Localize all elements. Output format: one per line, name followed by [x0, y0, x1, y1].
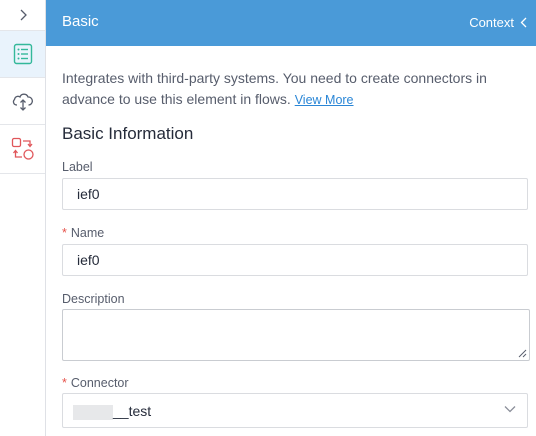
name-field-label: * Name — [62, 226, 104, 240]
required-marker: * — [62, 226, 67, 240]
chevron-right-icon — [20, 9, 27, 21]
description-field-label: Description — [62, 292, 125, 306]
connector-value: __test — [113, 403, 152, 419]
rail-expand-button[interactable] — [0, 0, 45, 30]
panel-title: Basic — [62, 13, 99, 30]
context-label: Context — [469, 15, 514, 30]
view-more-link[interactable]: View More — [295, 93, 354, 107]
rail-item-basic[interactable] — [0, 31, 45, 77]
label-input[interactable] — [62, 178, 528, 210]
left-rail — [0, 0, 46, 436]
connector-select[interactable]: __test — [62, 393, 528, 428]
connector-field-label: * Connector — [62, 376, 129, 390]
element-description: Integrates with third-party systems. You… — [62, 68, 532, 111]
section-title: Basic Information — [62, 124, 194, 143]
context-button[interactable]: Context — [469, 15, 527, 30]
rail-divider — [0, 173, 45, 174]
resize-grip-icon[interactable] — [518, 349, 527, 358]
chevron-down-icon — [504, 406, 516, 413]
convert-icon — [11, 137, 34, 160]
description-text: Integrates with third-party systems. You… — [62, 70, 487, 107]
cloud-sync-icon — [12, 93, 33, 111]
description-field-label-text: Description — [62, 292, 125, 306]
label-field-label: Label — [62, 160, 93, 174]
panel-header: Basic Context — [46, 0, 536, 46]
label-field-label-text: Label — [62, 160, 93, 174]
redacted-mask — [73, 405, 113, 420]
connector-field-label-text: Connector — [70, 376, 129, 390]
description-textarea[interactable] — [62, 309, 530, 361]
rail-item-convert[interactable] — [0, 125, 45, 173]
name-input[interactable] — [62, 244, 528, 276]
rail-item-cloud[interactable] — [0, 78, 45, 124]
chevron-left-icon — [520, 17, 527, 28]
name-field-label-text: Name — [70, 226, 105, 240]
required-marker: * — [62, 376, 67, 390]
list-document-icon — [13, 43, 32, 65]
properties-panel: Basic Context Integrates with third-part… — [46, 0, 536, 436]
